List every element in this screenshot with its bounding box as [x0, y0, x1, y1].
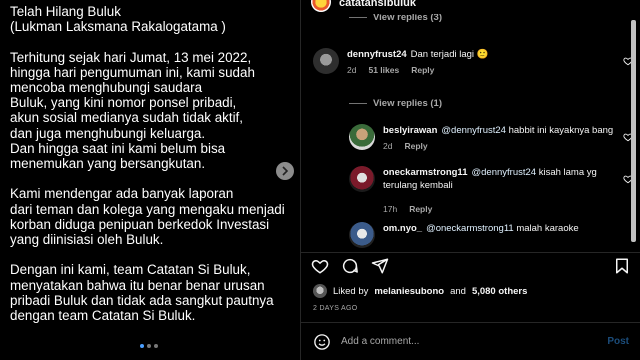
- share-icon[interactable]: [371, 257, 389, 275]
- reply-username[interactable]: om.nyo_: [383, 223, 422, 234]
- post-comment-button[interactable]: Post: [607, 336, 629, 347]
- carousel-dot: [140, 344, 144, 348]
- post-image: Telah Hilang Buluk (Lukman Laksmana Raka…: [0, 0, 300, 360]
- reply-mention[interactable]: @dennyfrust24: [441, 125, 506, 136]
- comment-text: dennyfrust24 Dan terjadi lagi 🙂: [347, 48, 489, 61]
- comments-list: View replies (3) dennyfrust24 Dan terjadi…: [301, 14, 640, 248]
- reply-mention[interactable]: @oneckarmstrong11: [426, 223, 514, 234]
- post-date: 2 DAYS AGO: [313, 305, 358, 312]
- chevron-right-icon: [282, 166, 289, 176]
- avatar[interactable]: [313, 48, 339, 74]
- comment-body: Dan terjadi lagi 🙂: [410, 49, 489, 60]
- post-header: catatansibuluk: [301, 0, 640, 14]
- reply-time: 2d: [383, 141, 393, 151]
- view-replies-button[interactable]: View replies (3): [349, 14, 442, 23]
- likes-others[interactable]: 5,080 others: [472, 286, 527, 297]
- reply-text: oneckarmstrong11 @dennyfrust24 kisah lama…: [383, 166, 613, 192]
- account-avatar[interactable]: [311, 0, 331, 12]
- carousel-next-button[interactable]: [276, 162, 294, 180]
- reply-item: oneckarmstrong11 @dennyfrust24 kisah lama…: [349, 166, 619, 214]
- reply-button[interactable]: Reply: [404, 141, 427, 151]
- reply-mention[interactable]: @dennyfrust24: [471, 167, 536, 178]
- add-comment-bar: Post: [301, 322, 640, 360]
- avatar[interactable]: [349, 124, 375, 150]
- view-replies-button[interactable]: View replies (1): [349, 98, 442, 109]
- post-actions: [301, 252, 640, 278]
- liker-avatar[interactable]: [313, 284, 327, 298]
- reply-username[interactable]: oneckarmstrong11: [383, 167, 467, 178]
- likes-summary: Liked by melaniesubono and 5,080 others: [313, 284, 527, 298]
- view-replies-label: View replies (3): [373, 14, 442, 23]
- comment-time: 2d: [347, 65, 357, 75]
- bookmark-icon[interactable]: [613, 257, 631, 275]
- reply-text: beslyirawan @dennyfrust24 habbit ini kaya…: [383, 124, 613, 137]
- reply-meta: 17h Reply: [383, 204, 613, 214]
- view-replies-label: View replies (1): [373, 98, 442, 109]
- carousel-dot: [154, 344, 158, 348]
- comments-scrollbar[interactable]: [629, 16, 637, 246]
- comment-meta: 2d 51 likes Reply: [347, 65, 489, 75]
- reply-time: 17h: [383, 204, 398, 214]
- comments-panel: catatansibuluk View replies (3) dennyfru…: [300, 0, 640, 360]
- avatar[interactable]: [349, 222, 375, 248]
- comment-input[interactable]: [341, 336, 608, 347]
- reply-item: beslyirawan @dennyfrust24 habbit ini kaya…: [349, 124, 619, 151]
- comment-icon[interactable]: [341, 257, 359, 275]
- carousel-dots: [140, 344, 158, 348]
- reply-item: om.nyo_ @oneckarmstrong11 malah karaoke: [349, 222, 619, 248]
- divider-line: [349, 103, 367, 104]
- account-username[interactable]: catatansibuluk: [339, 0, 416, 9]
- comment-item: dennyfrust24 Dan terjadi lagi 🙂 2d 51 lik…: [313, 48, 623, 75]
- like-heart-icon[interactable]: [311, 257, 329, 275]
- post-image-text: Telah Hilang Buluk (Lukman Laksmana Raka…: [10, 4, 285, 324]
- liker-username[interactable]: melaniesubono: [374, 286, 444, 297]
- carousel-dot: [147, 344, 151, 348]
- avatar[interactable]: [349, 166, 375, 192]
- reply-meta: 2d Reply: [383, 141, 613, 151]
- comment-likes[interactable]: 51 likes: [368, 65, 399, 75]
- reply-body: malah karaoke: [513, 223, 579, 234]
- scrollbar-thumb[interactable]: [631, 20, 636, 242]
- likes-prefix: Liked by: [333, 285, 369, 297]
- comment-username[interactable]: dennyfrust24: [347, 49, 407, 60]
- emoji-icon[interactable]: [313, 333, 331, 351]
- divider-line: [349, 17, 367, 18]
- likes-middle: and: [450, 285, 466, 297]
- reply-body: habbit ini kayaknya bang: [505, 125, 614, 136]
- reply-username[interactable]: beslyirawan: [383, 125, 437, 136]
- reply-text: om.nyo_ @oneckarmstrong11 malah karaoke: [383, 222, 579, 235]
- reply-button[interactable]: Reply: [411, 65, 434, 75]
- reply-button[interactable]: Reply: [409, 204, 432, 214]
